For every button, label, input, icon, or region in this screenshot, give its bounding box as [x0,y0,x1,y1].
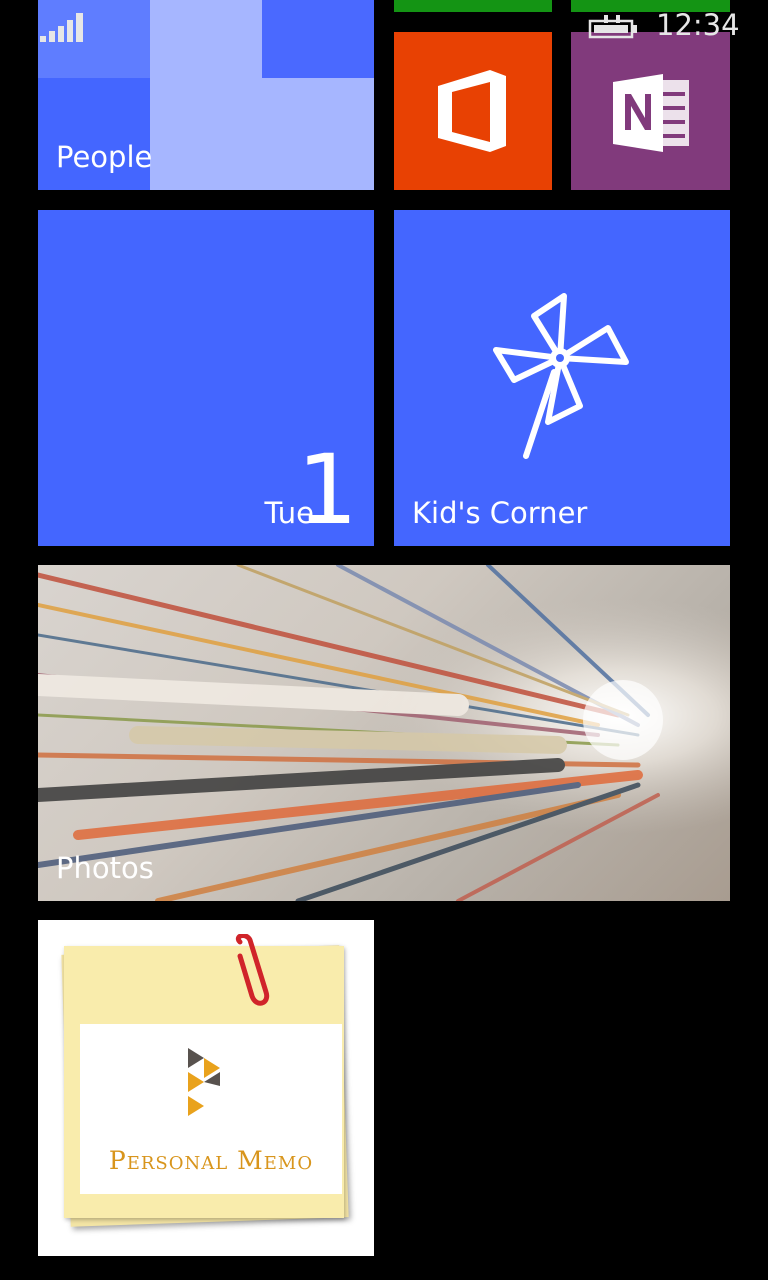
onenote-icon [613,74,689,152]
paperclip-icon [235,934,270,1006]
memo-logo-card: Personal Memo [80,1024,342,1194]
status-time: 12:34 [656,8,740,42]
memo-title: Personal Memo [108,1146,314,1175]
calendar-tile[interactable]: Tue 1 [38,210,374,546]
signal-strength-icon [40,13,83,42]
calendar-date-number: 1 [296,434,358,546]
kids-corner-tile[interactable]: Kid's Corner [394,210,730,546]
people-photo-cell [262,78,374,190]
onenote-tile[interactable] [571,32,730,190]
office-tile[interactable] [394,32,552,190]
status-bar: 12:34 [0,0,768,44]
sticky-note: Personal Memo [64,946,344,1218]
battery-charging-icon [588,15,637,39]
kids-corner-label: Kid's Corner [412,496,588,530]
personal-memo-tile[interactable]: Personal Memo [38,920,374,1256]
office-icon [438,70,506,152]
photos-tile-label: Photos [56,851,154,885]
photos-tile[interactable]: Photos [38,565,730,901]
people-tile-label: People [56,140,153,174]
